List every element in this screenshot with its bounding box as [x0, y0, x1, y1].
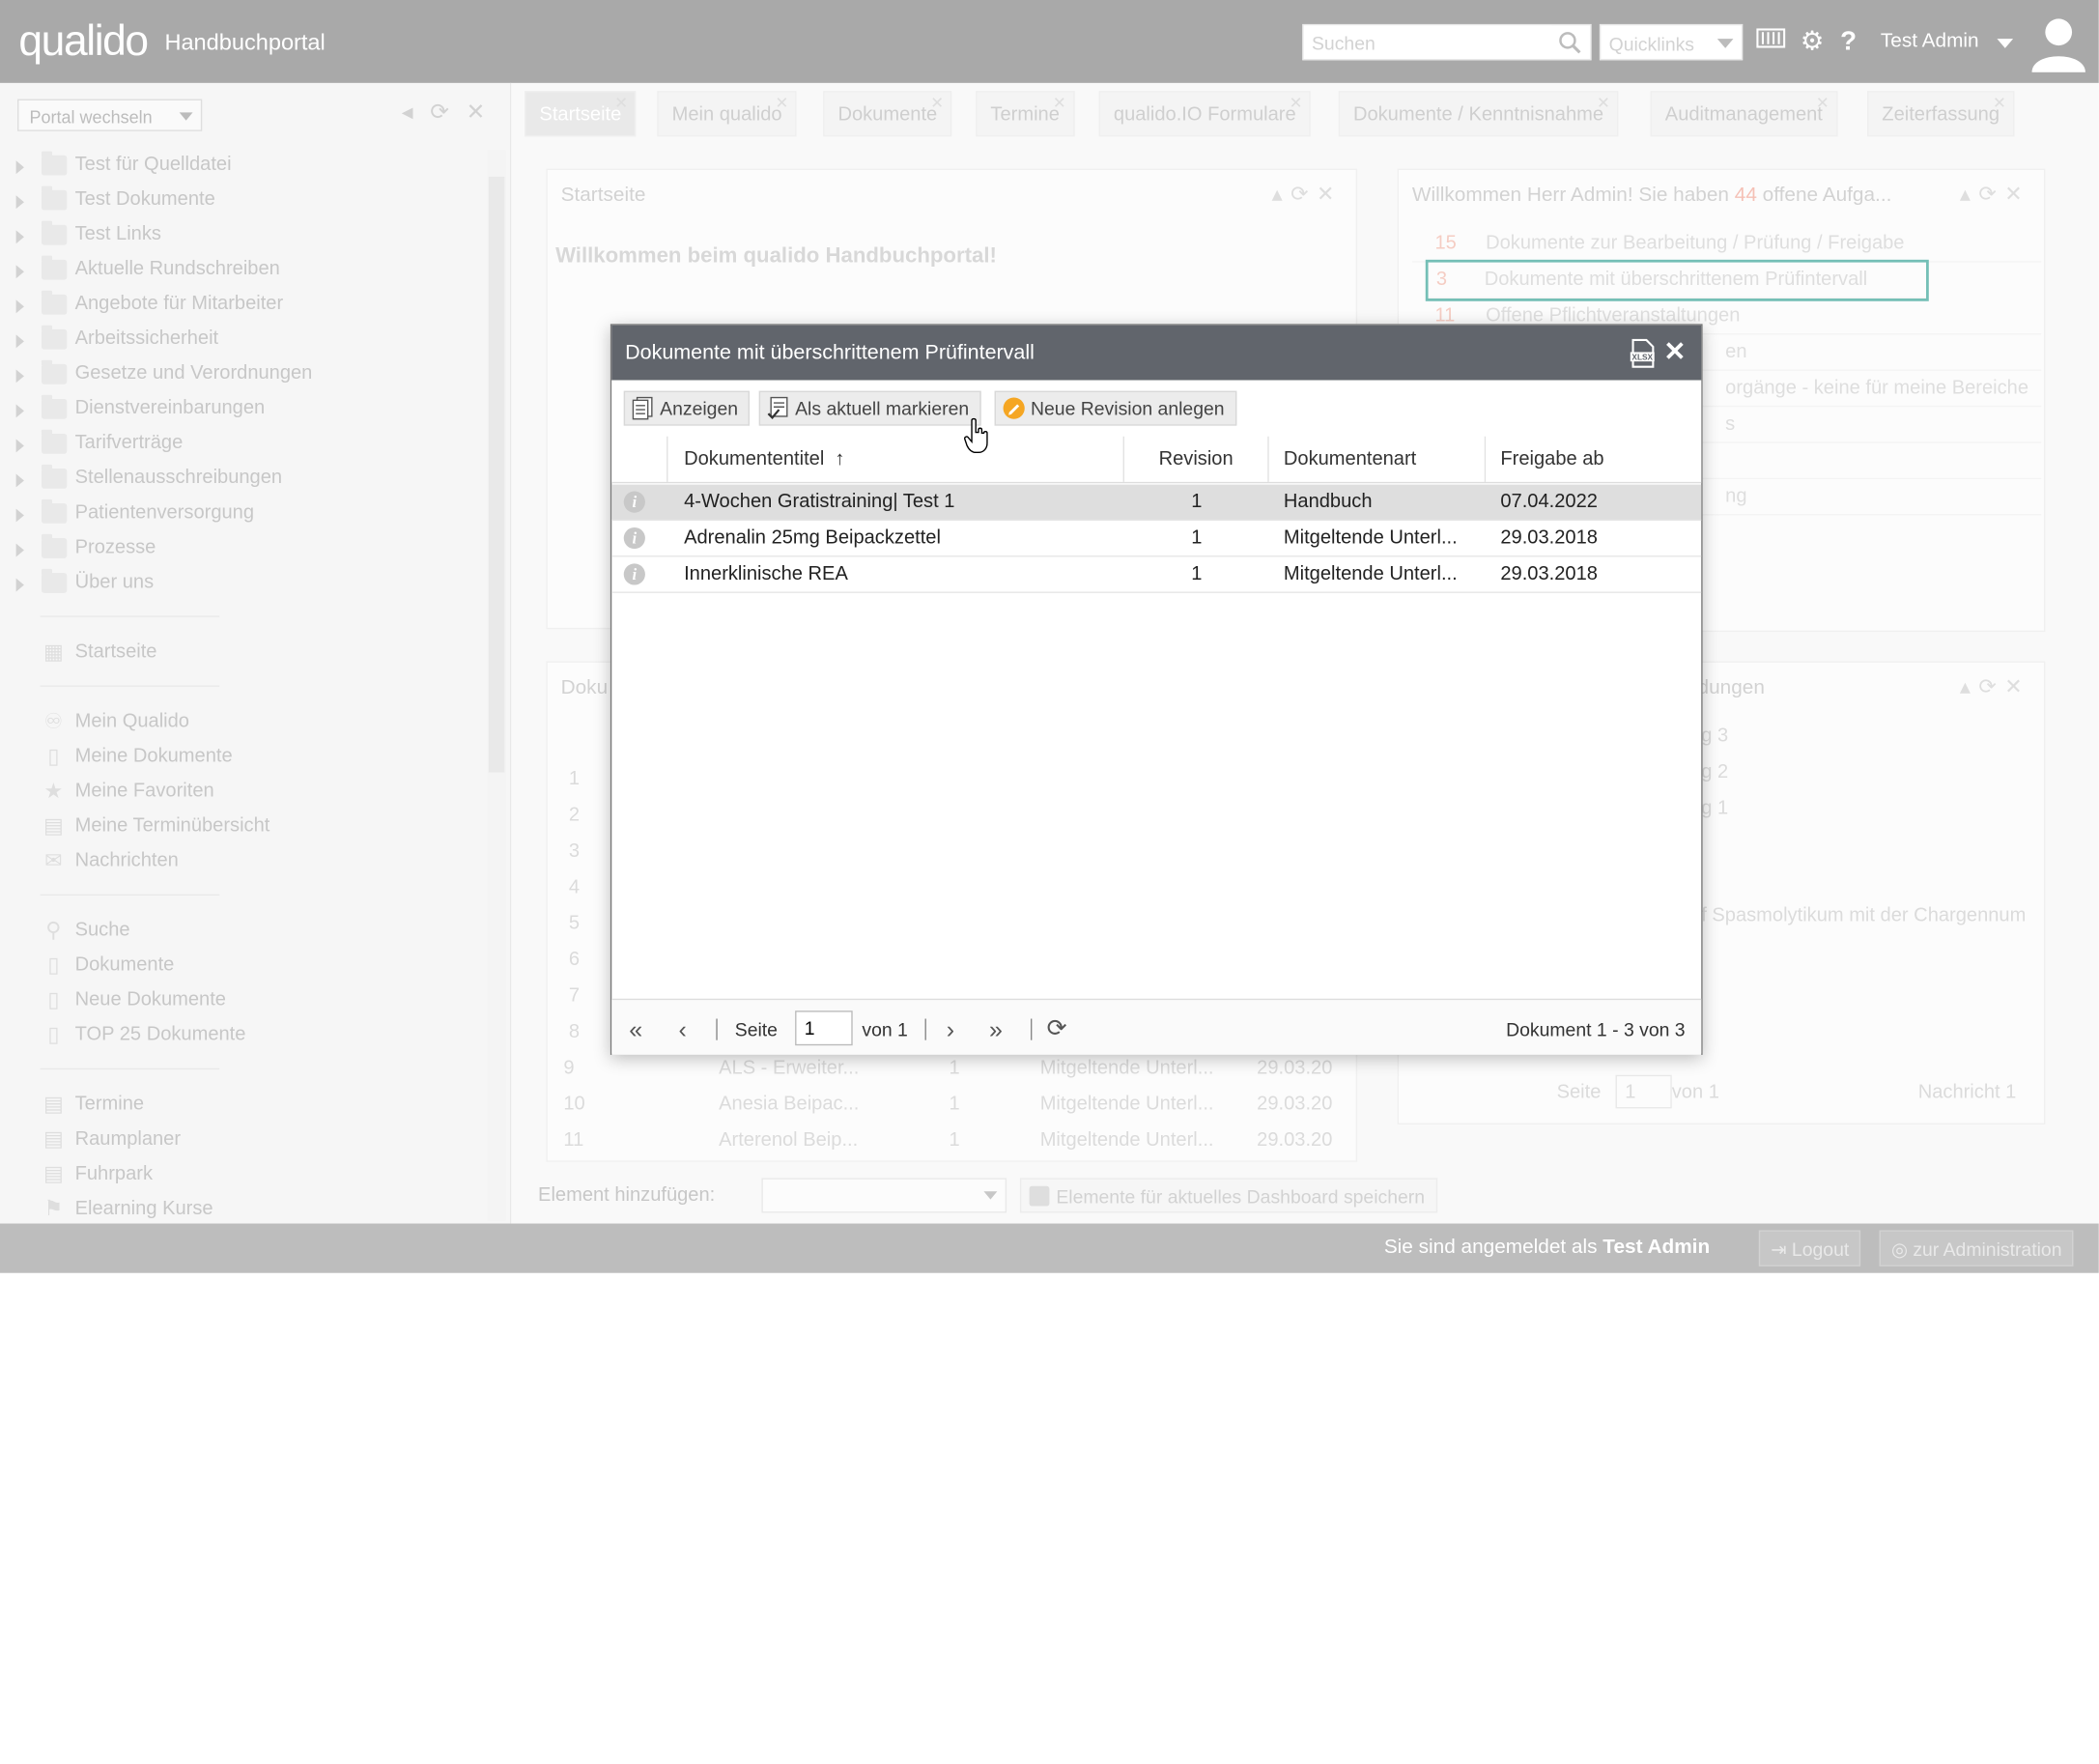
- dialog-header: Dokumente mit überschrittenem Prüfinterv…: [611, 325, 1702, 381]
- cell-art: Handbuch: [1283, 491, 1373, 513]
- pager-of-label: von 1: [862, 1018, 908, 1040]
- document-icon: [632, 396, 653, 420]
- cell-date: 07.04.2022: [1500, 491, 1598, 513]
- dialog-close-button[interactable]: ✕: [1663, 334, 1686, 368]
- column-header-label: Freigabe ab: [1500, 448, 1604, 470]
- revision-icon: [1003, 397, 1025, 419]
- column-header-title[interactable]: Dokumententitel ↑: [667, 436, 1124, 482]
- cell-title: Innerklinische REA: [684, 563, 848, 585]
- pager-page-input[interactable]: [795, 1010, 853, 1046]
- column-header-revision[interactable]: Revision: [1124, 436, 1269, 482]
- table-row[interactable]: i Innerklinische REA 1 Mitgeltende Unter…: [611, 556, 1702, 593]
- cell-date: 29.03.2018: [1500, 526, 1598, 550]
- table-row[interactable]: i Adrenalin 25mg Beipackzettel 1 Mitgelt…: [611, 521, 1702, 557]
- refresh-icon[interactable]: ⟳: [1047, 1014, 1067, 1042]
- cell-art: Mitgeltende Unterl...: [1283, 526, 1458, 550]
- svg-text:XLSX: XLSX: [1631, 353, 1653, 362]
- cell-title: 4-Wochen Gratistraining| Test 1: [684, 491, 955, 513]
- dialog-toolbar: Anzeigen Als aktuell markieren Neue Revi…: [611, 380, 1702, 437]
- sort-ascending-icon: ↑: [835, 448, 845, 470]
- column-header-art[interactable]: Dokumentenart: [1269, 436, 1487, 482]
- prev-page-icon[interactable]: ‹: [679, 1016, 687, 1044]
- info-icon[interactable]: i: [623, 563, 645, 585]
- cell-revision: 1: [1191, 491, 1203, 513]
- table-row[interactable]: i 4-Wochen Gratistraining| Test 1 1 Hand…: [611, 484, 1702, 522]
- column-header-icon: [611, 436, 668, 482]
- cell-date: 29.03.2018: [1500, 563, 1598, 585]
- info-icon[interactable]: i: [623, 526, 645, 550]
- pager-info: Dokument 1 - 3 von 3: [1506, 1018, 1686, 1040]
- document-check-icon: [767, 396, 788, 419]
- grid-header: Dokumententitel ↑ Revision Dokumentenart …: [611, 436, 1702, 484]
- next-page-icon[interactable]: ›: [947, 1016, 954, 1044]
- overdue-documents-dialog: Dokumente mit überschrittenem Prüfinterv…: [610, 324, 1703, 1055]
- divider: [716, 1018, 718, 1040]
- divider: [1030, 1018, 1033, 1040]
- mark-current-label: Als aktuell markieren: [795, 397, 970, 419]
- cell-revision: 1: [1191, 563, 1203, 585]
- info-icon[interactable]: i: [623, 491, 645, 513]
- dialog-title: Dokumente mit überschrittenem Prüfinterv…: [625, 341, 1035, 364]
- column-header-label: Revision: [1158, 448, 1234, 470]
- column-header-label: Dokumentenart: [1283, 448, 1417, 470]
- show-button[interactable]: Anzeigen: [623, 390, 751, 426]
- xlsx-export-icon[interactable]: XLSX: [1629, 338, 1656, 368]
- mark-current-button[interactable]: Als aktuell markieren: [758, 390, 981, 426]
- column-header-label: Dokumententitel: [684, 448, 825, 470]
- cell-art: Mitgeltende Unterl...: [1283, 563, 1458, 585]
- hand-cursor-icon: [964, 417, 988, 454]
- pager-seite-label: Seite: [734, 1018, 778, 1040]
- dialog-pager: « ‹ Seite von 1 › » ⟳ Dokument 1 - 3 von…: [611, 998, 1702, 1055]
- new-revision-label: Neue Revision anlegen: [1030, 397, 1225, 419]
- new-revision-button[interactable]: Neue Revision anlegen: [994, 390, 1237, 426]
- cell-title: Adrenalin 25mg Beipackzettel: [684, 526, 941, 550]
- column-header-date[interactable]: Freigabe ab: [1486, 437, 1701, 482]
- cell-revision: 1: [1191, 526, 1203, 550]
- divider: [924, 1018, 926, 1040]
- show-label: Anzeigen: [660, 397, 739, 419]
- last-page-icon[interactable]: »: [989, 1016, 1003, 1044]
- first-page-icon[interactable]: «: [629, 1016, 642, 1044]
